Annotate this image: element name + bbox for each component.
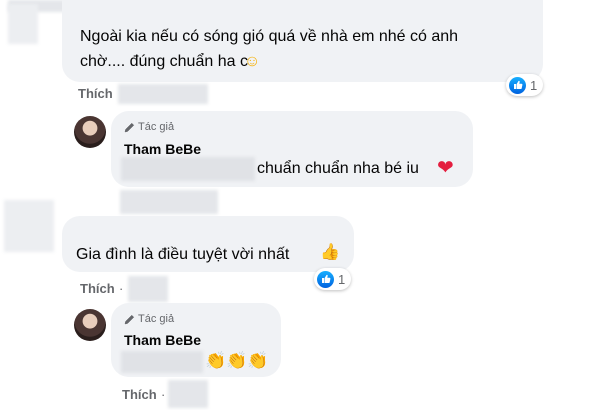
reaction-count: 1 xyxy=(530,77,538,93)
separator-dot: · xyxy=(119,281,124,296)
pencil-icon xyxy=(124,122,135,132)
author-badge-label: Tác giả xyxy=(138,121,175,133)
comment-bubble-2: Gia đình là điều tuyệt vời nhất 👍 xyxy=(62,216,354,272)
author-badge-label: Tác giả xyxy=(138,313,175,325)
reaction-count-badge-1[interactable]: 1 xyxy=(506,74,544,96)
reaction-count-badge-2[interactable]: 1 xyxy=(314,268,352,290)
comment-text: Gia đình là điều tuyệt vời nhất xyxy=(76,246,290,263)
separator-dot: · xyxy=(161,387,166,402)
comment-text-line1: Ngoài kia nếu có sóng gió quá về nhà em … xyxy=(80,28,459,45)
avatar[interactable] xyxy=(74,309,106,341)
blurred-username-2 xyxy=(120,190,218,214)
reply-text: chuẩn chuẩn nha bé iu xyxy=(257,160,419,177)
blurred-timestamp-2 xyxy=(128,276,168,302)
blurred-avatar-2 xyxy=(4,200,54,252)
clapping-hands-emoji: 👏👏👏 xyxy=(205,351,269,370)
thumbs-up-emoji: 👍 xyxy=(320,244,340,261)
reply-bubble-2: Tác giả Tham BeBe 👏👏👏 xyxy=(111,303,281,377)
like-button-3[interactable]: Thích xyxy=(122,387,157,402)
avatar[interactable] xyxy=(74,116,106,148)
blurred-mention xyxy=(121,157,255,181)
reply-bubble-1: Tác giả Tham BeBe chuẩn chuẩn nha bé iu … xyxy=(111,111,473,187)
author-name[interactable]: Tham BeBe xyxy=(124,332,201,348)
heart-icon: ❤ xyxy=(437,157,454,179)
comment-bubble-1: Ngoài kia nếu có sóng gió quá về nhà em … xyxy=(62,0,543,82)
blurred-avatar-top xyxy=(8,4,38,44)
like-button-2[interactable]: Thích xyxy=(80,281,115,296)
blurred-timestamp-1 xyxy=(118,84,208,104)
smiling-face-emoji: ☺ xyxy=(244,53,261,70)
thumbs-up-icon xyxy=(317,270,334,288)
like-button-1[interactable]: Thích xyxy=(78,86,113,101)
pencil-icon xyxy=(124,314,135,324)
thumbs-up-icon xyxy=(509,76,526,94)
author-badge: Tác giả xyxy=(124,313,174,325)
blurred-timestamp-3 xyxy=(168,380,208,408)
author-badge: Tác giả xyxy=(124,121,174,133)
blurred-mention xyxy=(121,351,203,373)
author-name[interactable]: Tham BeBe xyxy=(124,141,201,157)
comment-text-line2: chờ.... đúng chuẩn ha c xyxy=(80,53,248,70)
reaction-count: 1 xyxy=(338,271,346,287)
